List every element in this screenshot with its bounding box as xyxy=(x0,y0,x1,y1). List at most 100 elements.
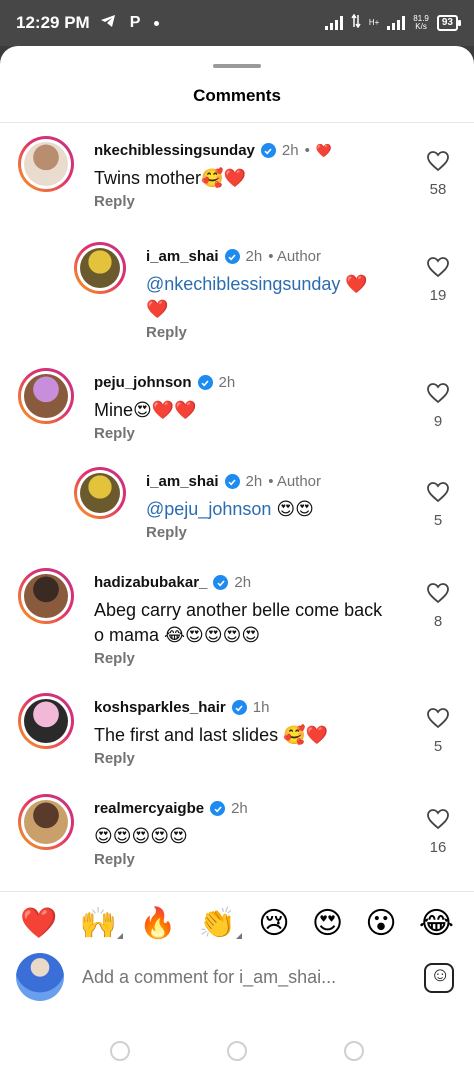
mention-link[interactable]: @peju_johnson xyxy=(146,499,271,519)
status-right: H+ 81.9 K/s 93 xyxy=(324,13,462,33)
comment: hadizabubakar_ 2h Abeg carry another bel… xyxy=(0,568,474,678)
sheet-grabber[interactable] xyxy=(213,64,261,68)
like-column: 16 xyxy=(420,808,456,856)
signal-icon xyxy=(324,16,343,30)
avatar[interactable] xyxy=(18,136,74,192)
battery-indicator: 93 xyxy=(436,15,462,31)
comment-text: @nkechiblessingsunday ❤️ ❤️ xyxy=(146,272,394,322)
like-column: 19 xyxy=(420,256,456,304)
like-column: 58 xyxy=(420,150,456,198)
divider xyxy=(0,122,474,123)
comment-text: The first and last slides 🥰❤️ xyxy=(94,723,394,748)
avatar-image xyxy=(24,800,68,844)
username[interactable]: realmercyaigbe xyxy=(94,800,204,817)
network-speed: 81.9 K/s xyxy=(413,15,429,31)
comment-header: i_am_shai 2h • Author xyxy=(146,473,327,490)
emoji-reaction-button[interactable]: 😍 xyxy=(312,906,343,941)
verified-badge-icon xyxy=(224,474,240,489)
comment-text: @peju_johnson 😍😍 xyxy=(146,497,394,522)
like-column: 5 xyxy=(420,707,456,755)
verified-badge-icon xyxy=(197,375,213,390)
emoji-reaction-button[interactable]: ❤️ xyxy=(20,906,57,941)
heart-icon[interactable] xyxy=(420,481,456,508)
avatar[interactable] xyxy=(18,568,74,624)
comment: koshsparkles_hair 1h The first and last … xyxy=(0,693,474,803)
comment-input[interactable] xyxy=(82,967,382,988)
reply-button[interactable]: Reply xyxy=(146,324,187,341)
comment-body: Twins mother🥰❤️ xyxy=(94,168,246,188)
heart-icon[interactable] xyxy=(420,808,456,835)
nav-recents-button[interactable] xyxy=(110,1041,130,1061)
comment-text: Abeg carry another belle come back o mam… xyxy=(94,598,394,648)
reply-button[interactable]: Reply xyxy=(94,750,135,767)
comment-header: i_am_shai 2h • Author xyxy=(146,248,327,265)
signal-icon-2 xyxy=(387,16,406,30)
username[interactable]: hadizabubakar_ xyxy=(94,574,207,591)
heart-icon[interactable] xyxy=(420,707,456,734)
verified-badge-icon xyxy=(224,249,240,264)
reply-button[interactable]: Reply xyxy=(94,425,135,442)
username[interactable]: koshsparkles_hair xyxy=(94,699,226,716)
verified-badge-icon xyxy=(213,575,229,590)
comment-body: Mine😍❤️❤️ xyxy=(94,400,197,420)
avatar-image xyxy=(80,248,120,288)
nav-back-button[interactable] xyxy=(344,1041,364,1061)
p-icon: P xyxy=(129,14,141,31)
comment-meta: • Author xyxy=(268,473,322,490)
data-arrows-icon xyxy=(351,13,361,33)
like-column: 9 xyxy=(420,382,456,430)
status-left-icons: P xyxy=(100,14,160,33)
emoji-bar: ❤️ 🙌 🔥 👏 😢 😍 😮 😂 xyxy=(0,898,474,948)
sticker-icon[interactable] xyxy=(424,963,454,993)
username[interactable]: i_am_shai xyxy=(146,248,219,265)
comment-text: Twins mother🥰❤️ xyxy=(94,166,394,191)
verified-badge-icon xyxy=(210,801,226,816)
heart-icon[interactable] xyxy=(420,382,456,409)
avatar[interactable] xyxy=(74,242,126,294)
like-count: 58 xyxy=(429,181,447,198)
username[interactable]: nkechiblessingsunday xyxy=(94,142,255,159)
emoji-reaction-button[interactable]: 😢 xyxy=(258,906,289,941)
timestamp: 2h xyxy=(281,142,299,159)
timestamp: 1h xyxy=(252,699,270,716)
reply-button[interactable]: Reply xyxy=(94,193,135,210)
emoji-reaction-button[interactable]: 👏 xyxy=(199,906,243,941)
mention-link[interactable]: @nkechiblessingsunday xyxy=(146,274,340,294)
heart-icon[interactable] xyxy=(420,150,456,177)
comment-header: peju_johnson 2h xyxy=(94,374,247,391)
avatar[interactable] xyxy=(18,368,74,424)
heart-icon[interactable] xyxy=(420,582,456,609)
emoji-reaction-button[interactable]: 🙌 xyxy=(80,906,124,941)
verified-badge-icon xyxy=(231,700,247,715)
reply-button[interactable]: Reply xyxy=(146,524,187,541)
avatar-image xyxy=(80,473,120,513)
comment-header: nkechiblessingsunday 2h • ❤️ xyxy=(94,142,332,159)
timestamp: 2h xyxy=(245,248,263,265)
like-column: 5 xyxy=(420,481,456,529)
comment: realmercyaigbe 2h 😍😍😍😍😍 16 Reply xyxy=(0,794,474,904)
heart-icon[interactable] xyxy=(420,256,456,283)
username[interactable]: i_am_shai xyxy=(146,473,219,490)
emoji-reaction-button[interactable]: 😂 xyxy=(419,906,454,941)
avatar-image xyxy=(24,574,68,618)
comment-header: koshsparkles_hair 1h xyxy=(94,699,281,716)
status-bar: 12:29 PM P H+ 81.9 K/s 93 xyxy=(0,0,474,46)
timestamp: 2h xyxy=(231,800,248,817)
avatar[interactable] xyxy=(18,693,74,749)
timestamp: 2h xyxy=(234,574,252,591)
like-count: 16 xyxy=(429,839,447,856)
liked-by-author-emoji: ❤️ xyxy=(315,142,333,158)
emoji-reaction-button[interactable]: 😮 xyxy=(365,906,396,941)
emoji-reaction-button[interactable]: 🔥 xyxy=(139,906,176,941)
avatar-image xyxy=(24,374,68,418)
reply-button[interactable]: Reply xyxy=(94,650,135,667)
like-column: 8 xyxy=(420,582,456,630)
avatar[interactable] xyxy=(74,467,126,519)
comment-header: realmercyaigbe 2h xyxy=(94,800,260,817)
avatar[interactable] xyxy=(18,794,74,850)
comment-body: The first and last slides 🥰❤️ xyxy=(94,725,328,745)
username[interactable]: peju_johnson xyxy=(94,374,192,391)
reply-button[interactable]: Reply xyxy=(94,851,135,868)
nav-home-button[interactable] xyxy=(227,1041,247,1061)
avatar-image xyxy=(24,142,68,186)
